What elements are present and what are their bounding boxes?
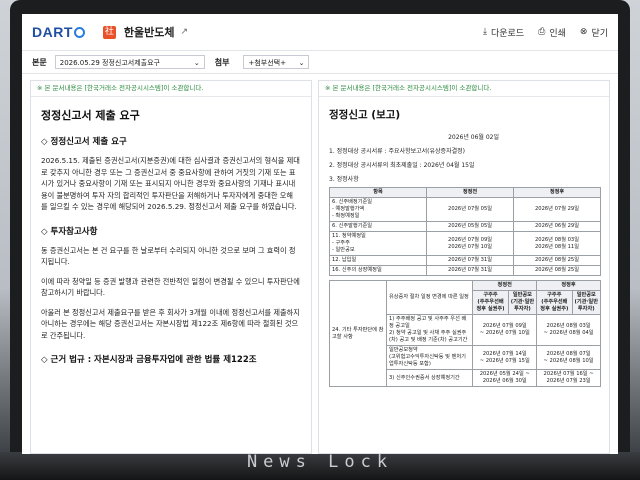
paragraph-schedule-change: 이에 따라 청약일 등 증권 발행과 관련한 전반적인 일정이 변경될 수 있으… [41, 276, 300, 298]
chevron-down-icon: ⌄ [193, 59, 200, 67]
download-icon: ⤓ [483, 27, 487, 37]
right-notice: ※ 본 문서내용은 [한국거래소 전자공시시스템]이 소관합니다. [319, 81, 609, 97]
left-doc-title: 정정신고서 제출 요구 [41, 109, 140, 122]
correction-target-document: 1. 정정대상 공시서류 : 주요사항보고서(유상증자결정) [329, 148, 465, 155]
print-button[interactable]: ⎙ 인쇄 [538, 26, 566, 39]
table-header: 정정후 [513, 187, 601, 198]
download-button[interactable]: ⤓ 다운로드 [483, 26, 524, 39]
table-row: 6. 신주발행기준일 2026년 05월 05일 2026년 06월 29일 [328, 221, 601, 232]
company-icon: 社 [102, 25, 116, 39]
schedule-sub-label: 유상증자 절차 일정 변경에 따른 일정 [385, 280, 474, 315]
company-name[interactable]: 한울반도체 [124, 24, 175, 40]
schedule-table: 24. 기타 투자판단에 참고할 사항 유상증자 절차 일정 변경에 따른 일정… [329, 280, 602, 387]
logo-circle-icon [73, 27, 85, 38]
correction-items-label: 3. 정정사항 [329, 176, 359, 183]
correction-table: 항목 정정전 정정후 6. 신주배정기준일 - 예정발행가액 - 확정예정일 2… [328, 187, 601, 276]
paragraph-withdrawal: 아울러 본 정정신고서 제출요구를 받은 후 회사가 3개월 이내에 정정신고서… [41, 307, 300, 340]
attachment-select[interactable]: +첨부선택+ ⌄ [243, 55, 310, 69]
report-date: 2026년 06월 02일 [448, 134, 499, 141]
paragraph-effect-suspended: 동 증권신고서는 본 건 요구를 한 날로부터 수리되지 아니한 것으로 보며 … [41, 245, 296, 267]
main-document-select[interactable]: 2026.05.29 정정신고서제출요구 ⌄ [54, 55, 205, 69]
action-bar: ⤓ 다운로드 ⎙ 인쇄 ⊗ 닫기 [483, 26, 608, 39]
table-header: 정정전 [472, 280, 538, 291]
attach-select-label: 첨부 [214, 57, 230, 67]
print-icon: ⎙ [538, 27, 546, 37]
chevron-down-icon: ⌄ [298, 59, 305, 67]
section-heading-correction-request: ◇ 정정신고서 제출 요구 [41, 137, 127, 147]
table-header: 항목 [328, 187, 428, 198]
table-row: 11. 청약예정일 - 구주주 - 일반공모 2026년 07월 09일 202… [328, 231, 601, 256]
top-bar: DART 社 한울반도체 ↗ ⤓ 다운로드 ⎙ 인쇄 ⊗ 닫기 [22, 14, 618, 51]
right-doc-title: 정정신고 (보고) [329, 109, 401, 121]
section-heading-investment-reference: ◇ 투자참고사항 [41, 226, 98, 237]
watermark: News Lock [246, 452, 394, 472]
first-submission-date: 2. 정정대상 공시서류의 최초제출일 : 2026년 04월 15일 [329, 162, 475, 169]
table-row: 16. 신주의 상장예정일 2026년 07월 31일 2026년 08월 25… [328, 265, 601, 276]
schedule-row-label: 24. 기타 투자판단에 참고할 사항 [329, 280, 387, 387]
table-row: 6. 신주배정기준일 - 예정발행가액 - 확정예정일 2026년 07월 05… [328, 197, 601, 222]
paragraph-correction-request: 2026.5.15. 제출된 증권신고서(지분증권)에 대한 심사결과 증권신고… [41, 156, 300, 211]
left-document-panel[interactable]: ※ 본 문서내용은 [한국거래소 전자공시시스템]이 소관합니다. 정정신고서 … [30, 80, 312, 454]
main-select-label: 본문 [32, 57, 47, 67]
close-button[interactable]: ⊗ 닫기 [580, 26, 608, 39]
table-header: 정정후 [536, 280, 601, 291]
right-document-panel[interactable]: ※ 본 문서내용은 [한국거래소 전자공시시스템]이 소관합니다. 정정신고 (… [318, 80, 610, 454]
browser-screen: DART 社 한울반도체 ↗ ⤓ 다운로드 ⎙ 인쇄 ⊗ 닫기 본문 2026.05.… [22, 14, 618, 454]
document-selector-row: 본문 2026.05.29 정정신고서제출요구 ⌄ 첨부 +첨부선택+ ⌄ [22, 51, 618, 74]
dart-logo[interactable]: DART [32, 24, 85, 40]
left-notice: ※ 본 문서내용은 [한국거래소 전자공시시스템]이 소관합니다. [31, 81, 311, 97]
external-link-icon[interactable]: ↗ [181, 27, 189, 37]
close-icon: ⊗ [579, 27, 588, 37]
table-row: 12. 납입일 2026년 07월 31일 2026년 08월 25일 [328, 255, 601, 266]
section-heading-legal-basis: ◇ 근거 법규 : 자본시장과 금융투자업에 관한 법률 제122조 [41, 355, 257, 365]
table-header: 정정전 [426, 187, 515, 198]
